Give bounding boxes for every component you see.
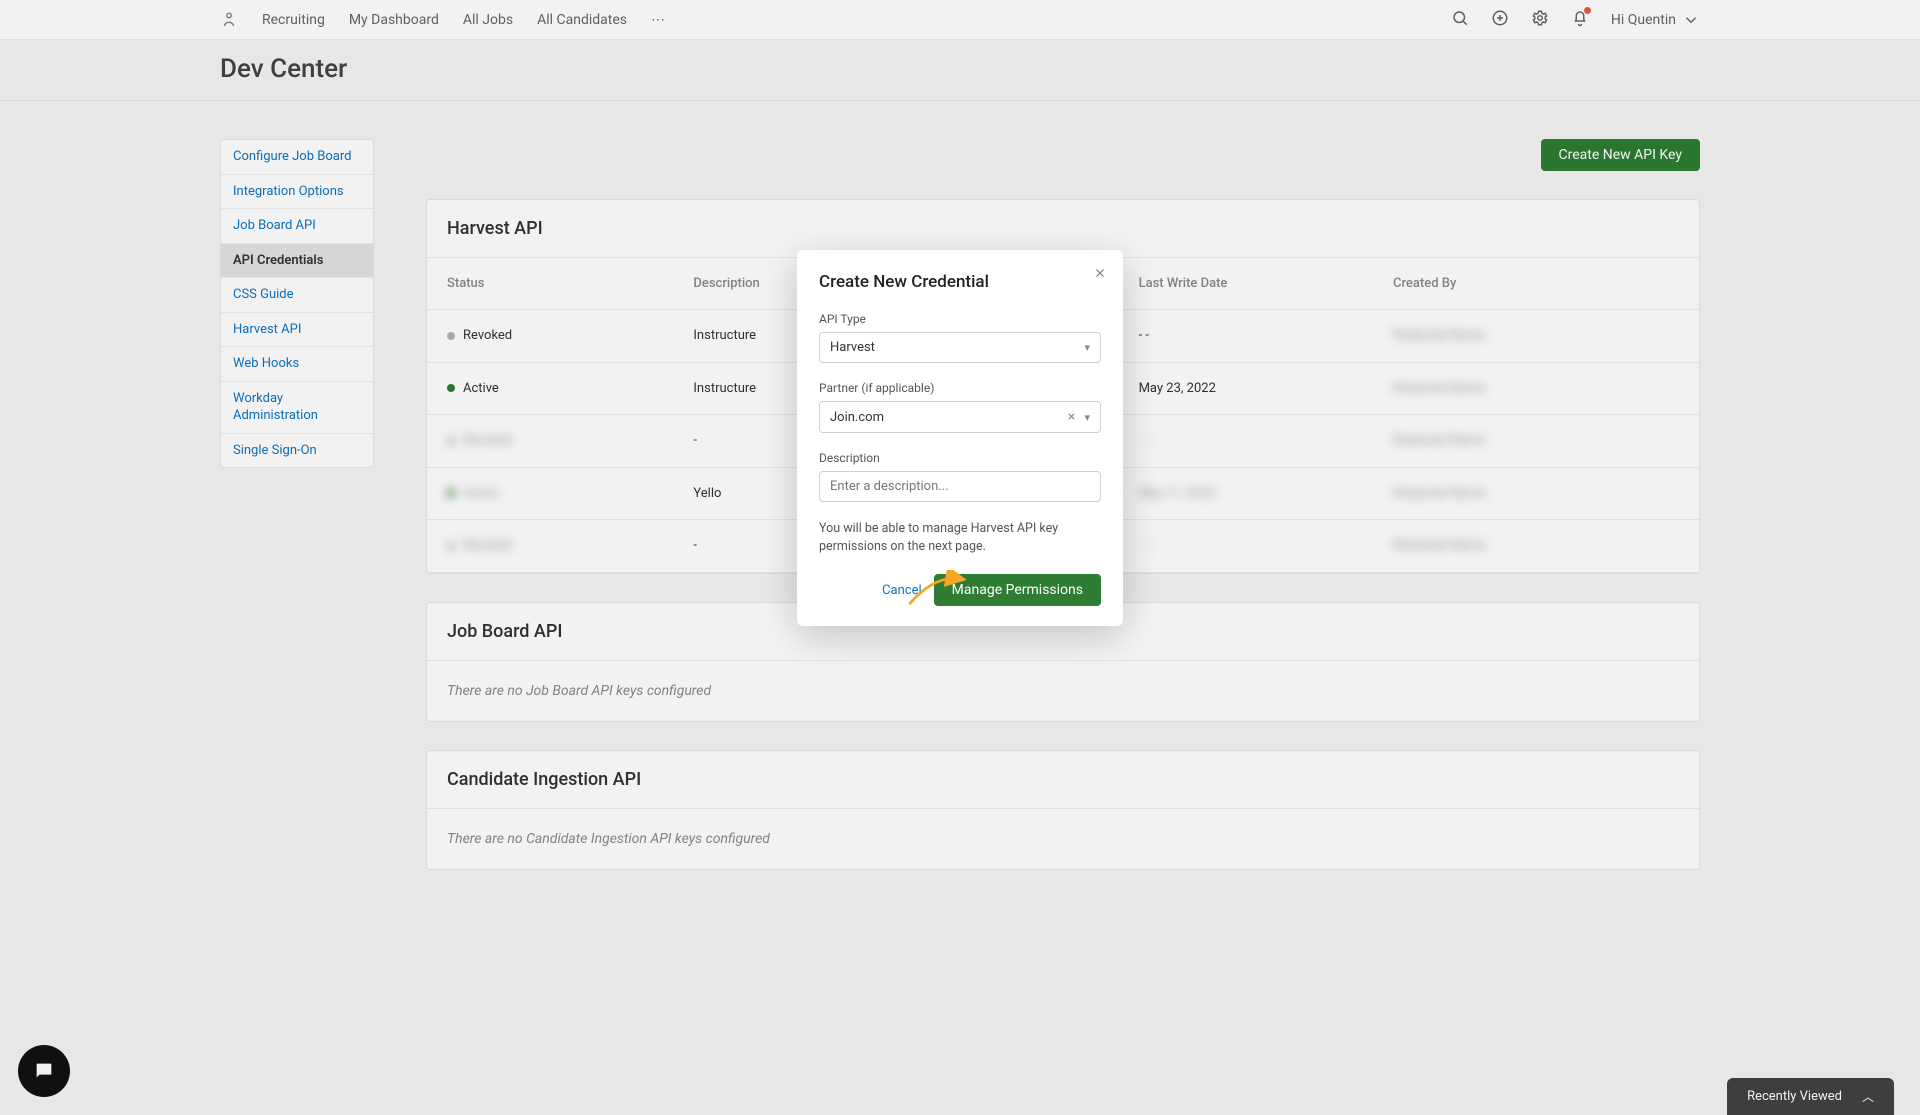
field-description: Description: [819, 451, 1101, 502]
manage-permissions-button[interactable]: Manage Permissions: [934, 574, 1101, 606]
chevron-down-icon: ▾: [1084, 341, 1090, 354]
api-type-select[interactable]: Harvest ▾: [819, 332, 1101, 363]
api-type-label: API Type: [819, 312, 1101, 326]
clear-icon[interactable]: ×: [1068, 409, 1075, 425]
description-input-wrapper: [819, 471, 1101, 502]
create-credential-modal: Create New Credential API Type Harvest ▾…: [797, 250, 1123, 626]
partner-select[interactable]: Join.com × ▾: [819, 401, 1101, 433]
partner-label: Partner (if applicable): [819, 381, 1101, 395]
close-icon: [1093, 266, 1107, 280]
api-type-value: Harvest: [830, 340, 875, 355]
description-input[interactable]: [830, 479, 1090, 494]
modal-close-button[interactable]: [1093, 266, 1107, 284]
modal-title: Create New Credential: [819, 272, 1101, 292]
modal-backdrop: Create New Credential API Type Harvest ▾…: [0, 0, 1920, 1115]
chevron-down-icon: ▾: [1084, 411, 1090, 424]
modal-hint: You will be able to manage Harvest API k…: [819, 520, 1101, 556]
modal-actions: Cancel Manage Permissions: [819, 574, 1101, 606]
cancel-button[interactable]: Cancel: [882, 583, 922, 598]
field-api-type: API Type Harvest ▾: [819, 312, 1101, 363]
description-label: Description: [819, 451, 1101, 465]
field-partner: Partner (if applicable) Join.com × ▾: [819, 381, 1101, 433]
partner-value: Join.com: [830, 410, 884, 425]
